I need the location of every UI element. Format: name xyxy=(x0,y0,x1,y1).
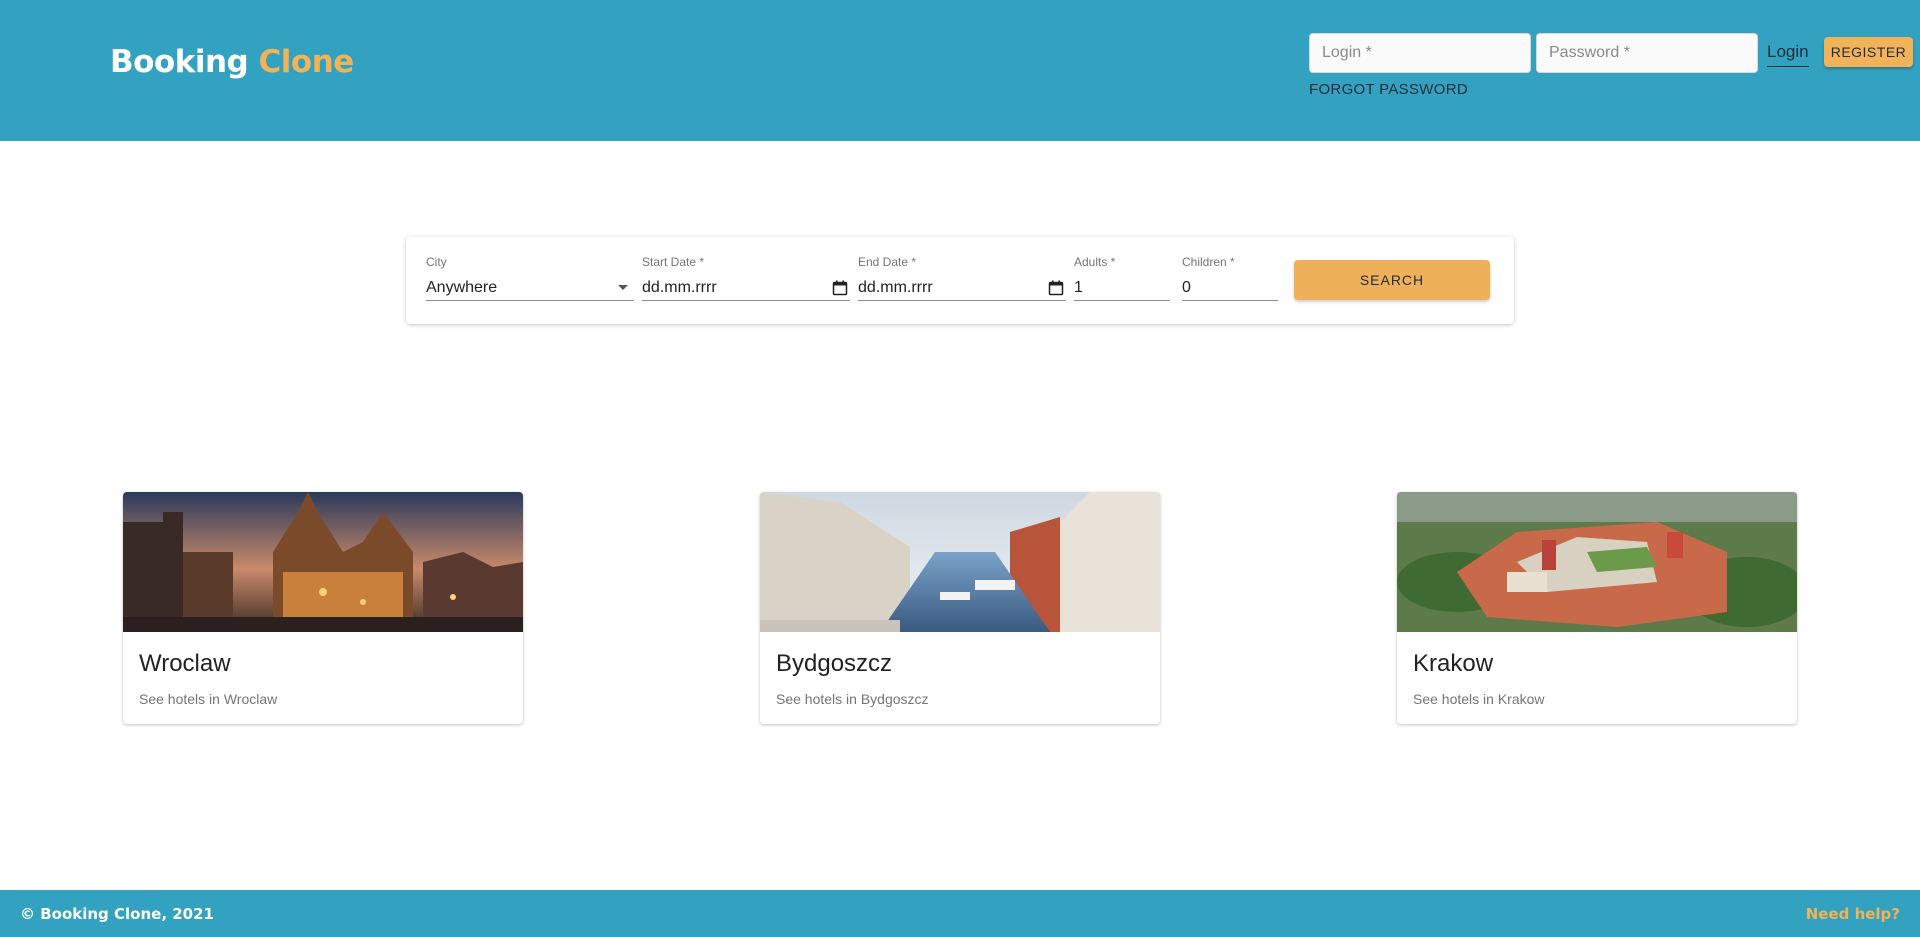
calendar-icon[interactable] xyxy=(1048,280,1064,296)
children-label: Children * xyxy=(1182,255,1235,269)
need-help-link[interactable]: Need help? xyxy=(1806,905,1900,923)
children-input[interactable]: 0 xyxy=(1182,275,1278,301)
city-name: Krakow xyxy=(1413,650,1494,677)
brand-logo[interactable]: Booking Clone xyxy=(110,44,354,80)
city-name: Wroclaw xyxy=(139,650,231,677)
copyright-text: © Booking Clone, 2021 xyxy=(20,905,214,923)
end-date-input[interactable]: dd.mm.rrrr xyxy=(858,275,1066,301)
see-hotels-link[interactable]: See hotels in Wroclaw xyxy=(139,691,277,707)
see-hotels-link[interactable]: See hotels in Bydgoszcz xyxy=(776,691,929,707)
see-hotels-link[interactable]: See hotels in Krakow xyxy=(1413,691,1545,707)
end-date-field[interactable]: End Date * dd.mm.rrrr xyxy=(858,255,1066,301)
end-date-value: dd.mm.rrrr xyxy=(858,278,933,296)
city-value: Anywhere xyxy=(426,278,498,296)
children-value: 0 xyxy=(1182,278,1191,296)
password-field[interactable] xyxy=(1536,33,1758,73)
search-button[interactable]: SEARCH xyxy=(1294,260,1490,300)
start-date-field[interactable]: Start Date * dd.mm.rrrr xyxy=(642,255,850,301)
children-field[interactable]: Children * 0 xyxy=(1182,255,1278,301)
city-card-bydgoszcz[interactable]: Bydgoszcz See hotels in Bydgoszcz xyxy=(760,492,1160,724)
login-field[interactable] xyxy=(1309,33,1531,73)
adults-field[interactable]: Adults * 1 xyxy=(1074,255,1170,301)
end-date-label: End Date * xyxy=(858,255,917,269)
krakow-photo xyxy=(1397,492,1797,632)
register-button[interactable]: REGISTER xyxy=(1824,37,1913,67)
app-footer: © Booking Clone, 2021 Need help? xyxy=(0,890,1920,937)
adults-value: 1 xyxy=(1074,278,1083,296)
bydgoszcz-photo xyxy=(760,492,1160,632)
app-header: Booking Clone Login REGISTER FORGOT PASS… xyxy=(0,0,1920,141)
brand-main: Booking xyxy=(110,44,249,80)
city-label: City xyxy=(426,255,447,269)
brand-accent: Clone xyxy=(258,44,355,80)
calendar-icon[interactable] xyxy=(832,280,848,296)
login-link[interactable]: Login xyxy=(1767,42,1809,67)
city-value-box[interactable]: Anywhere xyxy=(426,275,634,301)
city-name: Bydgoszcz xyxy=(776,650,893,677)
city-card-krakow[interactable]: Krakow See hotels in Krakow xyxy=(1397,492,1797,724)
chevron-down-icon[interactable] xyxy=(618,285,628,290)
start-date-value: dd.mm.rrrr xyxy=(642,278,717,296)
search-form: City Anywhere Start Date * dd.mm.rrrr En… xyxy=(406,237,1514,324)
wroclaw-photo xyxy=(123,492,523,632)
adults-input[interactable]: 1 xyxy=(1074,275,1170,301)
adults-label: Adults * xyxy=(1074,255,1116,269)
start-date-label: Start Date * xyxy=(642,255,705,269)
city-select[interactable]: City Anywhere xyxy=(426,255,634,301)
city-card-wroclaw[interactable]: Wroclaw See hotels in Wroclaw xyxy=(123,492,523,724)
forgot-password-link[interactable]: FORGOT PASSWORD xyxy=(1309,81,1468,98)
start-date-input[interactable]: dd.mm.rrrr xyxy=(642,275,850,301)
